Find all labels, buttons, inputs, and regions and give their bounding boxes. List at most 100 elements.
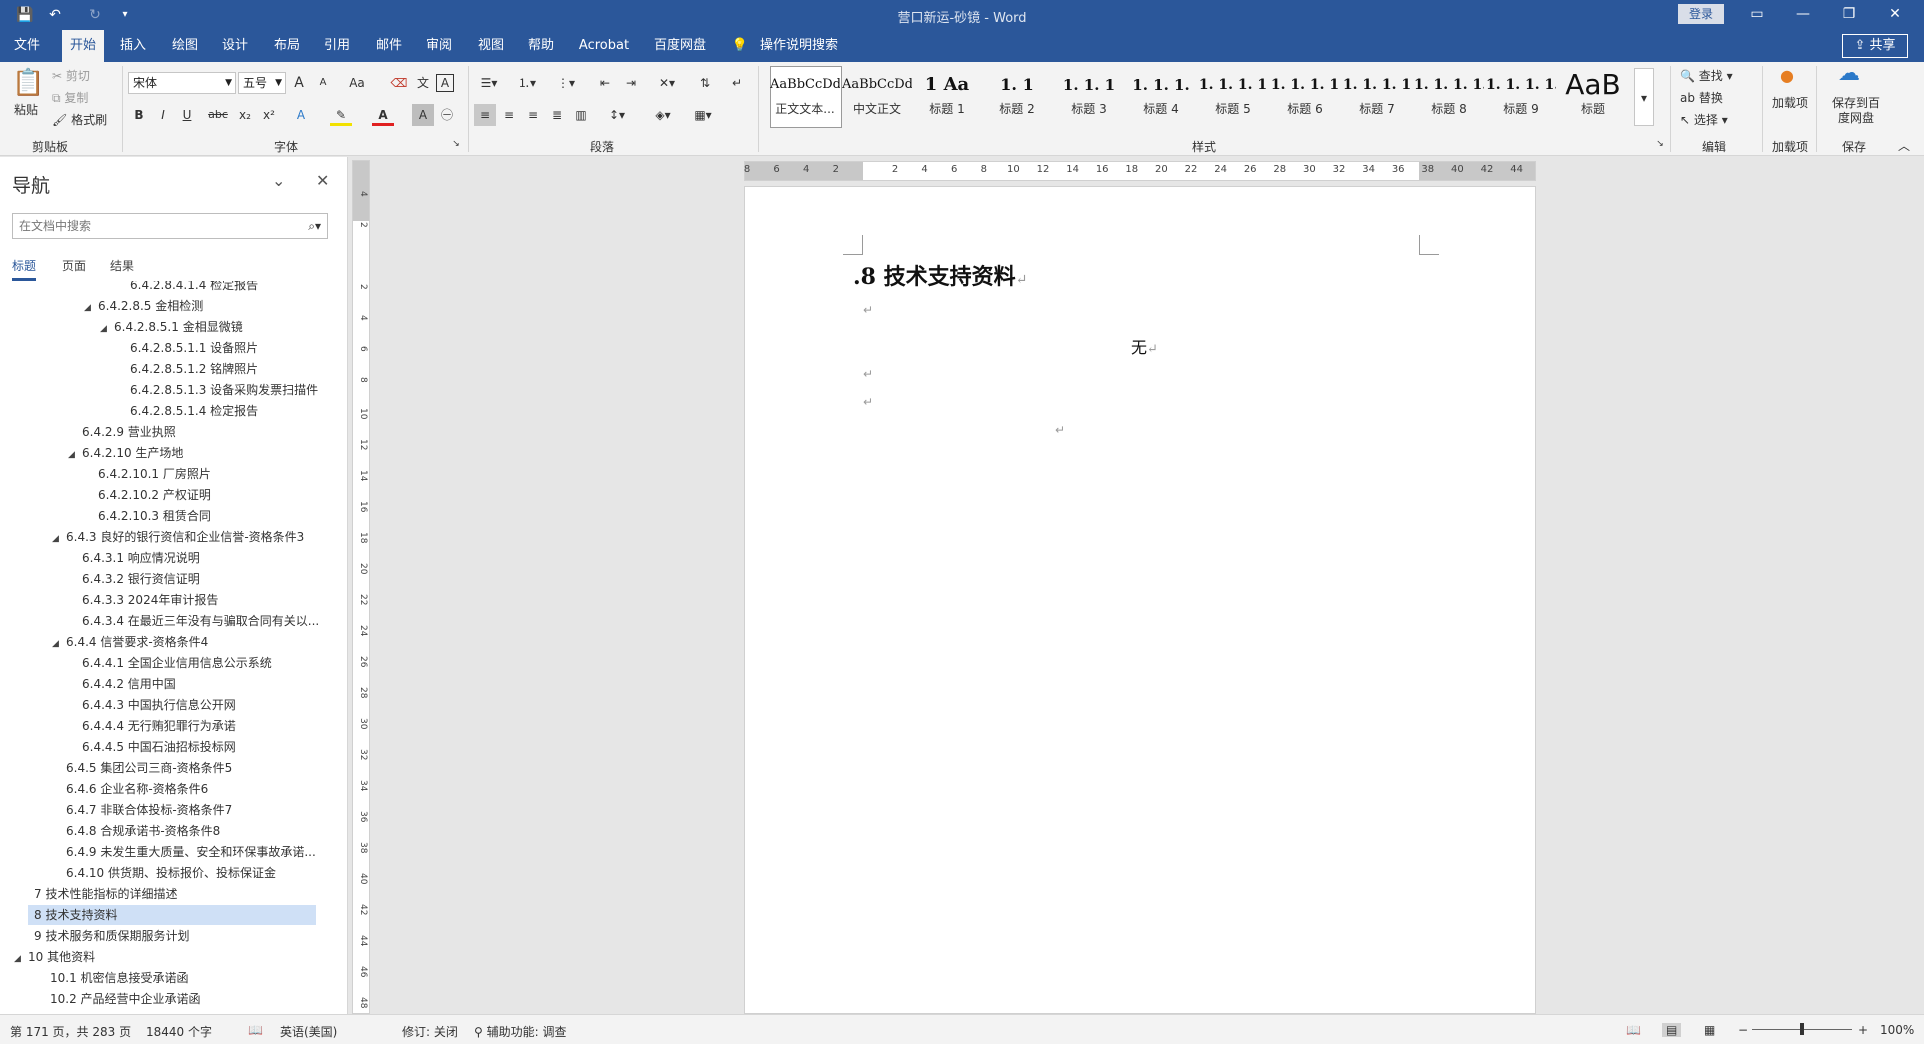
- nav-heading-item[interactable]: 6.4.2.8.4.1.4 检定报告: [130, 281, 346, 295]
- decrease-indent-icon[interactable]: ⇤: [594, 72, 616, 94]
- collapse-ribbon-icon[interactable]: ︿: [1898, 138, 1910, 154]
- nav-heading-item[interactable]: 6.4.7 非联合体投标-资格条件7: [66, 800, 346, 820]
- nav-heading-item[interactable]: 6.4.10 供货期、投标报价、投标保证金: [66, 863, 346, 883]
- collapse-triangle-icon[interactable]: ◢: [100, 319, 114, 337]
- styles-dialog-launcher-icon[interactable]: ↘: [1654, 138, 1666, 150]
- nav-heading-item[interactable]: 6.4.4.5 中国石油招标投标网: [82, 737, 346, 757]
- nav-heading-item[interactable]: 6.4.2.10.2 产权证明: [98, 485, 346, 505]
- nav-heading-item[interactable]: 6.4.3.2 银行资信证明: [82, 569, 346, 589]
- nav-heading-item[interactable]: 6.4.9 未发生重大质量、安全和环保事故承诺...: [66, 842, 346, 862]
- character-border-icon[interactable]: A: [436, 74, 454, 92]
- align-center-icon[interactable]: ≡: [498, 104, 520, 126]
- ribbon-display-options-icon[interactable]: ▭: [1734, 0, 1780, 30]
- chinese-layout-icon[interactable]: ✕▾: [652, 72, 682, 94]
- proofing-icon[interactable]: 📖: [248, 1023, 263, 1037]
- nav-heading-item[interactable]: 6.4.4.3 中国执行信息公开网: [82, 695, 346, 715]
- style-heading-3[interactable]: 1. 1. 1 标题 3: [1054, 68, 1124, 126]
- font-color-icon[interactable]: A: [372, 104, 394, 126]
- collapse-triangle-icon[interactable]: ◢: [52, 529, 66, 547]
- clipboard-icon[interactable]: 📋: [12, 68, 44, 98]
- style-heading-2[interactable]: 1. 1 标题 2: [982, 68, 1052, 126]
- search-icon[interactable]: ⌕▾: [308, 214, 321, 238]
- align-left-icon[interactable]: ≡: [474, 104, 496, 126]
- font-dialog-launcher-icon[interactable]: ↘: [450, 138, 462, 150]
- nav-tab-results[interactable]: 结果: [110, 257, 134, 274]
- style-heading-7[interactable]: 1. 1. 1. 1 标题 7: [1342, 68, 1412, 126]
- nav-heading-item[interactable]: 6.4.2.9 营业执照: [82, 422, 346, 442]
- tab-view[interactable]: 视图: [470, 30, 512, 62]
- nav-heading-item[interactable]: 6.4.3.3 2024年审计报告: [82, 590, 346, 610]
- nav-heading-item[interactable]: ◢ 10 其他资料: [14, 947, 324, 967]
- read-mode-icon[interactable]: 📖: [1626, 1023, 1641, 1037]
- style-heading-1[interactable]: 1 Aa 标题 1: [912, 68, 982, 126]
- nav-heading-item[interactable]: ◢ 6.4.3 良好的银行资信和企业信誉-资格条件3: [52, 527, 346, 547]
- strikethrough-button[interactable]: abc: [204, 104, 232, 126]
- collapse-triangle-icon[interactable]: ◢: [14, 949, 28, 967]
- tab-references[interactable]: 引用: [316, 30, 358, 62]
- cut-button[interactable]: ✂ 剪切: [52, 68, 90, 84]
- tab-acrobat[interactable]: Acrobat: [574, 30, 634, 62]
- replace-button[interactable]: ab 替换: [1680, 90, 1723, 106]
- page-count[interactable]: 第 171 页，共 283 页: [10, 1023, 131, 1040]
- subscript-button[interactable]: x₂: [234, 104, 256, 126]
- italic-button[interactable]: I: [152, 104, 174, 126]
- zoom-slider-thumb[interactable]: [1800, 1023, 1804, 1035]
- tell-me-search[interactable]: 操作说明搜索: [754, 30, 844, 62]
- close-nav-icon[interactable]: ✕: [316, 171, 329, 190]
- document-body-text[interactable]: 无↵: [1131, 334, 1158, 358]
- nav-heading-item[interactable]: 6.4.8 合规承诺书-资格条件8: [66, 821, 346, 841]
- collapse-triangle-icon[interactable]: ◢: [84, 298, 98, 316]
- nav-heading-item[interactable]: 10.1 机密信息接受承诺函: [50, 968, 346, 988]
- nav-heading-item[interactable]: 6.4.5 集团公司三商-资格条件5: [66, 758, 346, 778]
- login-button[interactable]: 登录: [1678, 4, 1724, 24]
- text-effects-icon[interactable]: A: [290, 104, 312, 126]
- style-body-text[interactable]: AaBbCcDdI 正文文本...: [770, 68, 840, 126]
- sort-icon[interactable]: ⇅: [694, 72, 716, 94]
- nav-heading-item[interactable]: 10.2 产品经营中企业承诺函: [50, 989, 346, 1009]
- highlight-icon[interactable]: ✎: [330, 104, 352, 126]
- save-to-baidu-button[interactable]: 保存到百度网盘: [1828, 96, 1884, 126]
- line-spacing-icon[interactable]: ↕▾: [602, 104, 632, 126]
- baidu-netdisk-icon[interactable]: ☁: [1838, 63, 1860, 85]
- nav-heading-item[interactable]: 6.4.4.1 全国企业信用信息公示系统: [82, 653, 346, 673]
- tab-insert[interactable]: 插入: [112, 30, 154, 62]
- tab-layout[interactable]: 布局: [266, 30, 308, 62]
- nav-heading-item[interactable]: 6.4.2.10.3 租赁合同: [98, 506, 346, 526]
- nav-heading-item[interactable]: 6.4.3.4 在最近三年没有与骗取合同有关以...: [82, 611, 346, 631]
- style-heading-4[interactable]: 1. 1. 1. 标题 4: [1126, 68, 1196, 126]
- addins-icon[interactable]: ●: [1780, 68, 1794, 84]
- nav-heading-item[interactable]: ◢ 6.4.2.8.5 金相检测: [84, 296, 346, 316]
- addins-button[interactable]: 加载项: [1772, 96, 1808, 111]
- share-button[interactable]: ⇪ 共享: [1842, 34, 1908, 58]
- nav-heading-item[interactable]: ◢ 6.4.4 信誉要求-资格条件4: [52, 632, 346, 652]
- tab-home[interactable]: 开始: [62, 30, 104, 62]
- bullets-icon[interactable]: ☰▾: [474, 72, 504, 94]
- enclose-characters-icon[interactable]: ㊀: [436, 104, 458, 126]
- nav-heading-item[interactable]: 6.4.2.8.5.1.2 铭牌照片: [130, 359, 346, 379]
- tab-design[interactable]: 设计: [214, 30, 256, 62]
- style-title[interactable]: AaB 标题: [1558, 68, 1628, 126]
- nav-heading-item[interactable]: 6.4.4.2 信用中国: [82, 674, 346, 694]
- clear-formatting-icon[interactable]: ⌫: [388, 72, 410, 94]
- font-name-select[interactable]: 宋体 ▼: [128, 72, 236, 94]
- multilevel-list-icon[interactable]: ⋮▾: [550, 72, 582, 94]
- nav-heading-item[interactable]: 6.4.6 企业名称-资格条件6: [66, 779, 346, 799]
- style-heading-6[interactable]: 1. 1. 1. 1 标题 6: [1270, 68, 1340, 126]
- nav-heading-item[interactable]: 9 技术服务和质保期服务计划: [34, 926, 344, 946]
- underline-button[interactable]: U: [176, 104, 198, 126]
- find-button[interactable]: 🔍 查找 ▾: [1680, 68, 1733, 84]
- nav-heading-item[interactable]: 8 技术支持资料: [28, 905, 316, 925]
- phonetic-guide-icon[interactable]: 文: [412, 72, 434, 94]
- format-painter-button[interactable]: 🖌 格式刷: [52, 112, 107, 128]
- tab-draw[interactable]: 绘图: [164, 30, 206, 62]
- select-button[interactable]: ↖ 选择 ▾: [1680, 112, 1728, 128]
- language-indicator[interactable]: 英语(美国): [280, 1023, 337, 1040]
- distributed-icon[interactable]: ▥: [570, 104, 592, 126]
- bold-button[interactable]: B: [128, 104, 150, 126]
- document-page[interactable]: .8 技术支持资料↵ ↵ 无↵ ↵ ↵ ↵: [744, 186, 1536, 1014]
- nav-heading-item[interactable]: ◢ 6.4.2.10 生产场地: [68, 443, 346, 463]
- character-shading-icon[interactable]: A: [412, 104, 434, 126]
- nav-search-input[interactable]: 在文档中搜索 ⌕▾: [12, 213, 328, 239]
- vertical-scrollbar[interactable]: [1912, 157, 1924, 1014]
- style-heading-9[interactable]: 1. 1. 1. 1. 标题 9: [1486, 68, 1556, 126]
